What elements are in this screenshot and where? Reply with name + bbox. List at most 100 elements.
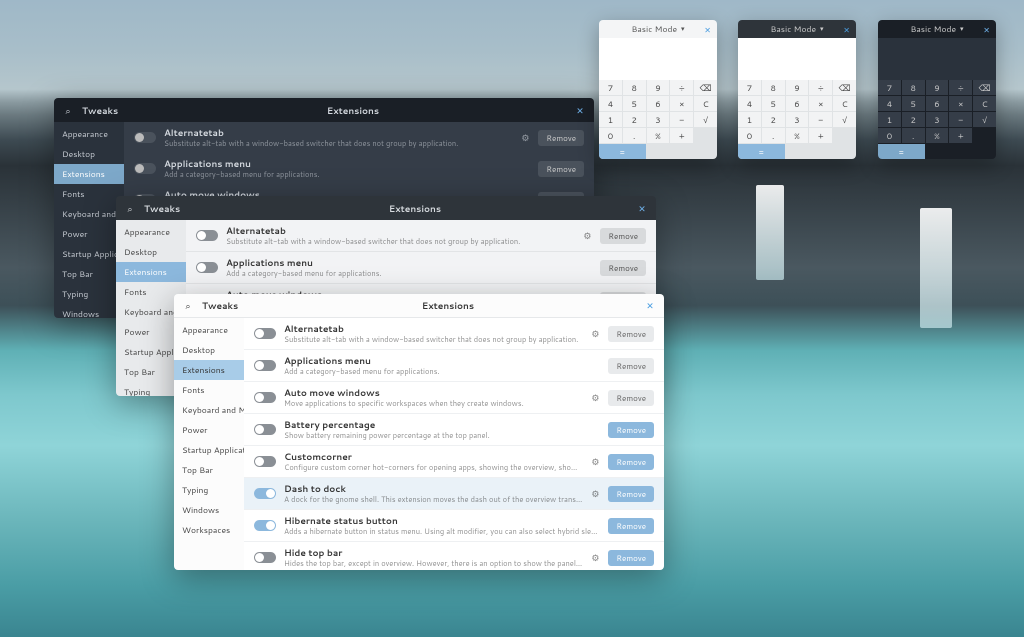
calc-display[interactable] [599,38,717,80]
calc-key-4[interactable]: 4 [738,96,761,111]
toggle-switch[interactable] [254,520,276,531]
toggle-switch[interactable] [254,424,276,435]
chevron-down-icon[interactable]: ▾ [960,24,964,34]
calc-key-2[interactable]: 2 [762,112,785,127]
chevron-down-icon[interactable]: ▾ [820,24,824,34]
calc-key-C[interactable]: C [973,96,996,111]
search-icon[interactable]: ⌕ [182,299,194,312]
calc-key-√[interactable]: √ [694,112,717,127]
calc-key-3[interactable]: 3 [786,112,809,127]
calc-key-0[interactable]: 0 [878,128,901,143]
sidebar-item-appearance[interactable]: Appearance [174,320,244,340]
calc-key-9[interactable]: 9 [647,80,670,95]
sidebar-item-extensions[interactable]: Extensions [54,164,124,184]
toggle-switch[interactable] [196,230,218,241]
calc-key-8[interactable]: 8 [623,80,646,95]
calc-key-6[interactable]: 6 [926,96,949,111]
calc-key-−[interactable]: − [809,112,832,127]
calc-key-÷[interactable]: ÷ [809,80,832,95]
calc-key-8[interactable]: 8 [902,80,925,95]
sidebar-item-keyboard-and-mouse[interactable]: Keyboard and Mouse [174,400,244,420]
sidebar-item-extensions[interactable]: Extensions [116,262,186,282]
remove-button[interactable]: Remove [608,550,654,566]
sidebar-item-top-bar[interactable]: Top Bar [174,460,244,480]
calc-key-%[interactable]: % [786,128,809,143]
calc-key-0[interactable]: 0 [738,128,761,143]
calc-key-=[interactable]: = [599,144,646,159]
calc-display[interactable] [878,38,996,80]
calc-mode-label[interactable]: Basic Mode [770,23,816,35]
toggle-switch[interactable] [254,488,276,499]
calc-key-÷[interactable]: ÷ [670,80,693,95]
calc-key-5[interactable]: 5 [623,96,646,111]
calc-key-6[interactable]: 6 [647,96,670,111]
gear-icon[interactable]: ⚙ [590,327,600,340]
calc-key-.[interactable]: . [902,128,925,143]
calc-mode-label[interactable]: Basic Mode [910,23,956,35]
close-icon[interactable]: ✕ [983,24,990,36]
sidebar-item-keyboard-and-mouse[interactable]: Keyboard and Mouse [54,204,124,224]
gear-icon[interactable]: ⚙ [590,455,600,468]
sidebar-item-power[interactable]: Power [54,224,124,244]
calc-key-+[interactable]: + [809,128,832,143]
calc-display[interactable] [738,38,856,80]
search-icon[interactable]: ⌕ [124,202,136,215]
sidebar-item-extensions[interactable]: Extensions [174,360,244,380]
calc-key-2[interactable]: 2 [902,112,925,127]
calc-key-C[interactable]: C [833,96,856,111]
search-icon[interactable]: ⌕ [62,104,74,117]
calc-key-7[interactable]: 7 [878,80,901,95]
calc-key-%[interactable]: % [647,128,670,143]
gear-icon[interactable]: ⚙ [590,551,600,564]
calc-key-.[interactable]: . [762,128,785,143]
sidebar-item-top-bar[interactable]: Top Bar [54,264,124,284]
chevron-down-icon[interactable]: ▾ [681,24,685,34]
calc-key-5[interactable]: 5 [902,96,925,111]
remove-button[interactable]: Remove [608,358,654,374]
remove-button[interactable]: Remove [608,486,654,502]
toggle-switch[interactable] [254,328,276,339]
remove-button[interactable]: Remove [608,326,654,342]
gear-icon[interactable]: ⚙ [590,487,600,500]
toggle-switch[interactable] [254,456,276,467]
gear-icon[interactable]: ⚙ [590,391,600,404]
calc-key-+[interactable]: + [670,128,693,143]
calc-key-6[interactable]: 6 [786,96,809,111]
remove-button[interactable]: Remove [608,454,654,470]
calc-key-−[interactable]: − [670,112,693,127]
sidebar-item-fonts[interactable]: Fonts [54,184,124,204]
calc-key-=[interactable]: = [738,144,785,159]
sidebar-item-windows[interactable]: Windows [174,500,244,520]
close-icon[interactable]: ✕ [704,24,711,36]
calc-key-√[interactable]: √ [973,112,996,127]
calc-key-−[interactable]: − [949,112,972,127]
remove-button[interactable]: Remove [608,390,654,406]
remove-button[interactable]: Remove [600,228,646,244]
gear-icon[interactable]: ⚙ [582,229,592,242]
sidebar-item-typing[interactable]: Typing [54,284,124,304]
gear-icon[interactable]: ✕ [636,202,648,215]
calc-key-8[interactable]: 8 [762,80,785,95]
calc-key-⌫[interactable]: ⌫ [833,80,856,95]
calc-key-+[interactable]: + [949,128,972,143]
calc-key-4[interactable]: 4 [878,96,901,111]
calc-key-C[interactable]: C [694,96,717,111]
calc-key-9[interactable]: 9 [786,80,809,95]
calc-key-1[interactable]: 1 [599,112,622,127]
calc-key-÷[interactable]: ÷ [949,80,972,95]
toggle-switch[interactable] [254,392,276,403]
sidebar-item-fonts[interactable]: Fonts [174,380,244,400]
sidebar-item-windows[interactable]: Windows [54,304,124,318]
sidebar-item-startup-applications[interactable]: Startup Applications [174,440,244,460]
gear-icon[interactable]: ✕ [574,104,586,117]
remove-button[interactable]: Remove [538,161,584,177]
calc-key-.[interactable]: . [623,128,646,143]
calc-key-7[interactable]: 7 [738,80,761,95]
sidebar-item-startup-applications[interactable]: Startup Applications [54,244,124,264]
sidebar-item-desktop[interactable]: Desktop [174,340,244,360]
calc-key-×[interactable]: × [670,96,693,111]
toggle-switch[interactable] [254,552,276,563]
calc-key-⌫[interactable]: ⌫ [973,80,996,95]
calc-key-√[interactable]: √ [833,112,856,127]
calc-key-1[interactable]: 1 [878,112,901,127]
